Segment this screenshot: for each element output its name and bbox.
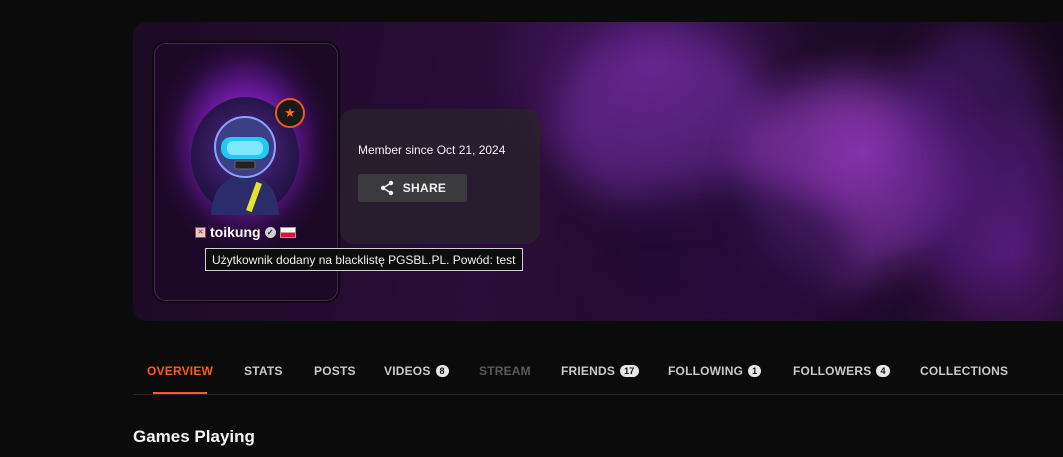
tab-label: FRIENDS [561,364,616,378]
tab-label: COLLECTIONS [920,364,1009,378]
member-since: Member since Oct 21, 2024 [358,143,506,157]
tab-overview[interactable]: OVERVIEW [133,356,227,394]
tab-count: 1 [748,365,762,377]
tab-followers[interactable]: FOLLOWERS 4 [793,356,890,394]
blacklist-icon[interactable]: ✕ [195,226,206,238]
tab-count: 17 [620,365,639,377]
tab-label: STREAM [479,364,531,378]
rank-badge-icon: ★ [275,98,305,128]
tab-friends[interactable]: FRIENDS 17 [561,356,639,394]
username: toikung [210,224,261,240]
tab-label: FOLLOWING [668,364,744,378]
share-button[interactable]: SHARE [358,174,467,202]
tab-label: FOLLOWERS [793,364,872,378]
tab-following[interactable]: FOLLOWING 1 [668,356,762,394]
share-icon [380,180,393,196]
share-label: SHARE [402,181,447,195]
tab-videos[interactable]: VIDEOS 8 [384,356,449,394]
tab-label: POSTS [314,364,356,378]
username-row: ✕ toikung ✓ [195,224,296,240]
tab-label: STATS [244,364,283,378]
blacklist-tooltip: Użytkownik dodany na blacklistę PGSBL.PL… [205,248,523,271]
tab-collections[interactable]: COLLECTIONS [920,356,1008,394]
tab-count: 8 [435,365,449,377]
tab-label: VIDEOS [384,364,431,378]
tab-count: 4 [876,365,890,377]
profile-info-box: Member since Oct 21, 2024 SHARE [340,109,540,244]
games-playing-heading: Games Playing [133,427,255,446]
poland-flag-icon [279,226,296,238]
tab-label: OVERVIEW [147,364,214,378]
profile-tabs: OVERVIEW STATS POSTS VIDEOS 8 STREAM FRI… [133,356,1063,395]
tab-posts[interactable]: POSTS [314,356,356,394]
verified-icon: ✓ [264,226,276,238]
tab-stream[interactable]: STREAM [479,356,531,394]
tab-stats[interactable]: STATS [244,356,283,394]
